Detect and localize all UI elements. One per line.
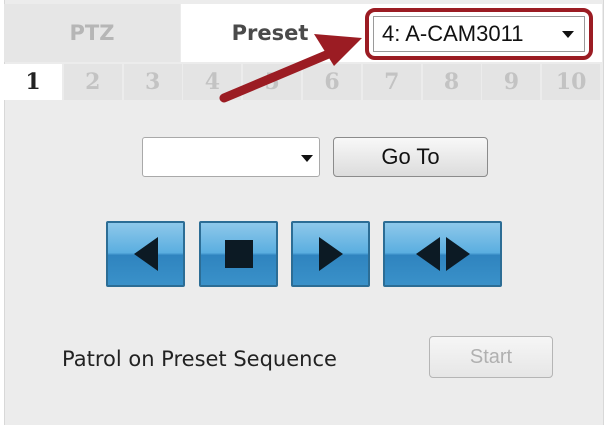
callout-arrow — [219, 34, 362, 103]
